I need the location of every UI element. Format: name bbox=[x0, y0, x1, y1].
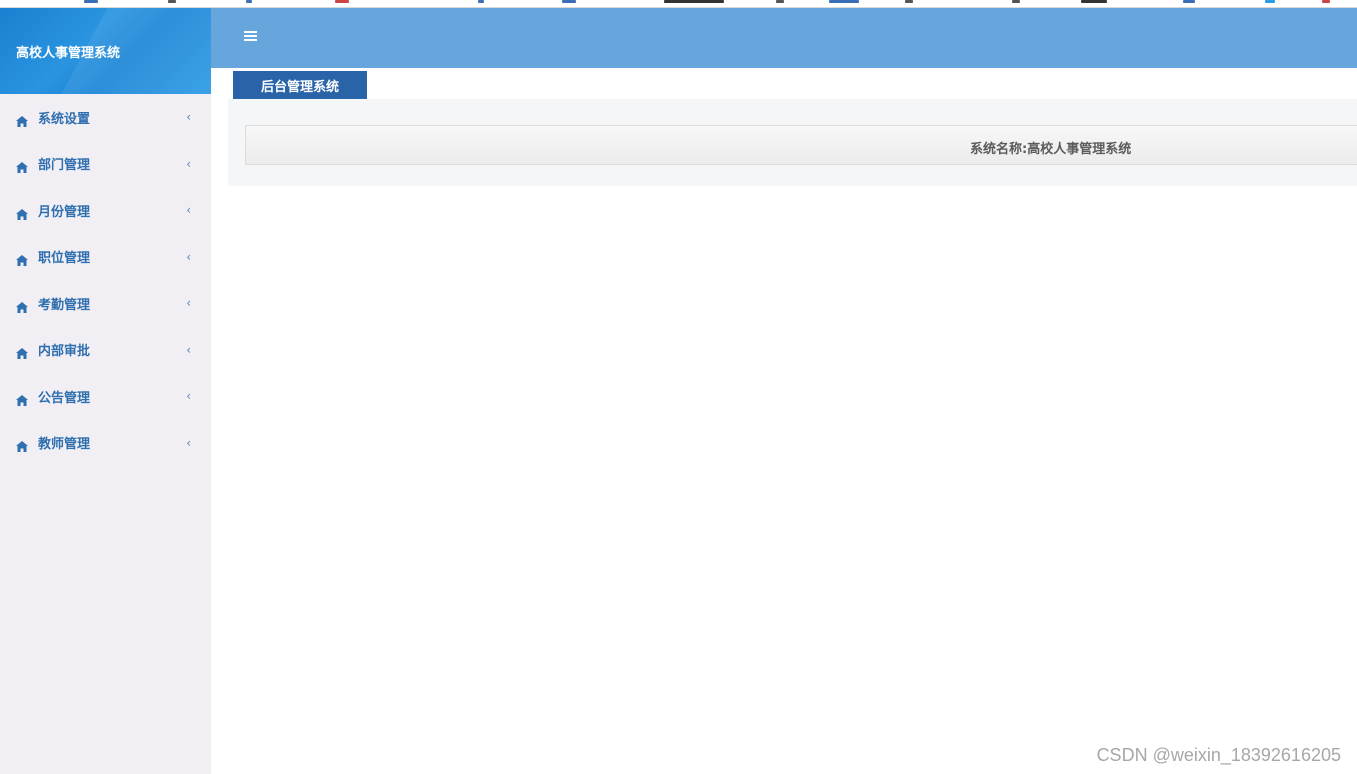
home-icon bbox=[16, 112, 28, 127]
chevron-left-icon: ‹ bbox=[186, 249, 191, 264]
sidebar-item-label: 内部审批 bbox=[38, 344, 91, 360]
system-info-panel: 系统名称:高校人事管理系统 bbox=[245, 125, 1357, 165]
sidebar-item-month[interactable]: 月份管理 ‹ bbox=[0, 187, 211, 234]
watermark: CSDN @weixin_18392616205 bbox=[1096, 745, 1341, 765]
chevron-left-icon: ‹ bbox=[186, 110, 191, 125]
browser-bookmark-strip bbox=[0, 0, 1357, 8]
app-title: 高校人事管理系统 bbox=[16, 46, 121, 61]
sidebar-item-label: 部门管理 bbox=[38, 158, 91, 174]
home-icon bbox=[16, 344, 28, 360]
home-icon bbox=[16, 205, 28, 220]
sidebar-item-label: 教师管理 bbox=[38, 437, 91, 453]
home-icon bbox=[16, 298, 28, 313]
sidebar-item-announcements[interactable]: 公告管理 ‹ bbox=[0, 373, 211, 420]
sidebar: 高校人事管理系统 系统设置 ‹ 部门管理 ‹ 月份管理 ‹ 职位管理 ‹ 考勤管… bbox=[0, 8, 211, 774]
chevron-left-icon: ‹ bbox=[186, 203, 191, 218]
main-content: 系统名称:高校人事管理系统 bbox=[228, 99, 1357, 186]
sidebar-menu: 系统设置 ‹ 部门管理 ‹ 月份管理 ‹ 职位管理 ‹ 考勤管理 ‹ 内部审批 … bbox=[0, 94, 211, 466]
sidebar-item-position[interactable]: 职位管理 ‹ bbox=[0, 234, 211, 281]
sidebar-item-department[interactable]: 部门管理 ‹ bbox=[0, 141, 211, 188]
tab-admin-system[interactable]: 后台管理系统 bbox=[233, 71, 367, 99]
chevron-left-icon: ‹ bbox=[186, 389, 191, 404]
home-icon bbox=[16, 437, 28, 453]
chevron-left-icon: ‹ bbox=[186, 342, 191, 357]
hamburger-icon[interactable] bbox=[244, 30, 257, 42]
home-icon bbox=[16, 158, 28, 174]
sidebar-item-label: 考勤管理 bbox=[38, 297, 91, 313]
sidebar-item-approval[interactable]: 内部审批 ‹ bbox=[0, 327, 211, 374]
sidebar-item-attendance[interactable]: 考勤管理 ‹ bbox=[0, 280, 211, 327]
sidebar-item-label: 公告管理 bbox=[38, 390, 91, 406]
chevron-left-icon: ‹ bbox=[186, 296, 191, 311]
chevron-left-icon: ‹ bbox=[186, 435, 191, 450]
sidebar-item-label: 职位管理 bbox=[38, 251, 91, 267]
home-icon bbox=[16, 391, 28, 406]
brand-header: 高校人事管理系统 bbox=[0, 8, 211, 94]
top-header bbox=[211, 8, 1357, 68]
chevron-left-icon: ‹ bbox=[186, 156, 191, 171]
sidebar-item-label: 系统设置 bbox=[38, 111, 91, 127]
page: 高校人事管理系统 系统设置 ‹ 部门管理 ‹ 月份管理 ‹ 职位管理 ‹ 考勤管… bbox=[0, 0, 1357, 774]
sidebar-item-label: 月份管理 bbox=[38, 204, 91, 220]
system-name-text: 系统名称:高校人事管理系统 bbox=[970, 142, 1132, 157]
sidebar-item-teachers[interactable]: 教师管理 ‹ bbox=[0, 420, 211, 467]
home-icon bbox=[16, 251, 28, 267]
sidebar-item-system-settings[interactable]: 系统设置 ‹ bbox=[0, 94, 211, 141]
